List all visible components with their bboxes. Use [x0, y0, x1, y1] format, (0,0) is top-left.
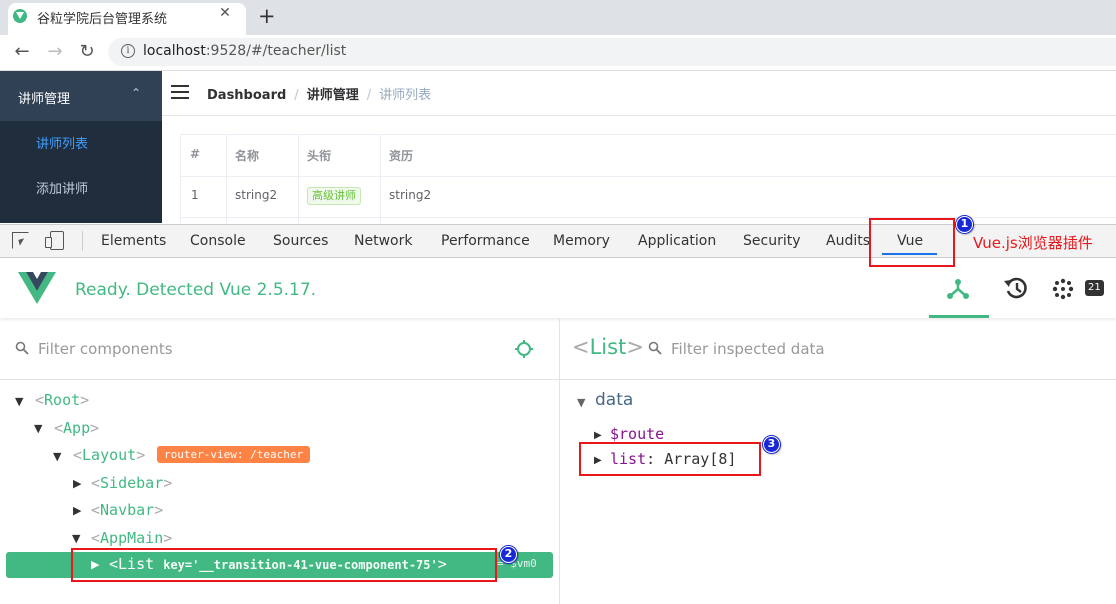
device-toolbar-icon[interactable]	[45, 231, 65, 250]
hamburger-icon[interactable]	[171, 85, 189, 99]
forward-button[interactable]: →	[44, 41, 66, 63]
select-component-target-icon[interactable]	[514, 339, 534, 359]
expand-arrow-icon[interactable]: ▼	[15, 395, 23, 408]
breadcrumb-dashboard[interactable]: Dashboard	[207, 88, 286, 103]
table-header: #	[190, 147, 201, 161]
event-count-badge: 21	[1085, 280, 1104, 296]
breadcrumb: Dashboard / 讲师管理 / 讲师列表	[207, 88, 432, 103]
sidebar-group-label: 讲师管理	[18, 92, 71, 107]
expand-arrow-icon[interactable]: ▼	[53, 450, 61, 463]
reload-button[interactable]: ↻	[76, 41, 98, 63]
inspect-element-icon[interactable]	[12, 232, 29, 249]
annotation-box-vue-tab	[869, 218, 955, 267]
tab-sources[interactable]: Sources	[273, 233, 328, 249]
new-tab-button[interactable]: +	[258, 4, 276, 28]
table-header: 头衔	[307, 149, 332, 163]
url-path: :9528/#/teacher/list	[205, 43, 347, 59]
chevron-up-icon: ⌃	[131, 86, 142, 100]
annotation-marker-2: 2	[500, 546, 517, 563]
url-host: localhost	[143, 43, 206, 59]
tab-performance[interactable]: Performance	[441, 233, 530, 249]
breadcrumb-teacher-list: 讲师列表	[379, 88, 432, 103]
tab-close-icon[interactable]: ✕	[216, 5, 234, 23]
url-text[interactable]: localhost:9528/#/teacher/list	[143, 43, 346, 59]
divider	[82, 231, 83, 251]
breadcrumb-teacher-management[interactable]: 讲师管理	[307, 88, 359, 103]
vue-logo-icon	[18, 272, 56, 304]
data-prop-route[interactable]: $route	[610, 425, 664, 443]
history-icon[interactable]	[1003, 275, 1029, 301]
annotation-marker-3: 3	[763, 436, 780, 453]
tree-node-sidebar[interactable]: <Sidebar>	[91, 474, 172, 492]
tab-title: 谷粒学院后台管理系统	[37, 12, 168, 27]
components-tab-button[interactable]	[929, 258, 989, 318]
component-tree-icon	[947, 279, 969, 299]
title-tag: 高级讲师	[307, 187, 361, 205]
table-cell: 1	[191, 188, 199, 202]
tree-node-appmain[interactable]: <AppMain>	[91, 529, 172, 547]
annotation-marker-1: 1	[956, 216, 973, 233]
data-section-label[interactable]: data	[595, 390, 633, 410]
search-icon	[15, 341, 29, 355]
expand-arrow-icon[interactable]: ▼	[72, 532, 80, 545]
sidebar-item-teacher-list[interactable]: 讲师列表	[36, 133, 88, 152]
expand-arrow-icon[interactable]: ▶	[594, 430, 602, 441]
sidebar-item-add-teacher[interactable]: 添加讲师	[36, 178, 88, 197]
annotation-note: Vue.js浏览器插件	[973, 234, 1093, 252]
expand-arrow-icon[interactable]: ▶	[73, 477, 81, 490]
divider	[162, 115, 1116, 116]
vue-favicon-icon	[13, 9, 27, 23]
annotation-box-list-node	[71, 548, 497, 582]
table-header: 资历	[389, 149, 414, 163]
router-view-badge: router-view: /teacher	[157, 446, 311, 463]
tab-application[interactable]: Application	[638, 233, 716, 249]
tab-memory[interactable]: Memory	[553, 233, 610, 249]
table-header: 名称	[235, 149, 260, 163]
back-button[interactable]: ←	[11, 41, 33, 63]
search-icon	[648, 341, 662, 355]
events-icon[interactable]	[1052, 278, 1074, 300]
tree-node-layout[interactable]: <Layout>	[73, 446, 145, 464]
expand-arrow-icon[interactable]: ▶	[73, 504, 81, 517]
collapse-arrow-icon[interactable]: ▼	[577, 396, 585, 409]
annotation-box-list-data	[579, 442, 761, 476]
inspected-component-name: <List>	[572, 335, 644, 359]
filter-data-input[interactable]: Filter inspected data	[671, 340, 825, 358]
tree-node-navbar[interactable]: <Navbar>	[91, 501, 163, 519]
tree-node-app[interactable]: <App>	[54, 419, 99, 437]
tab-network[interactable]: Network	[354, 233, 412, 249]
tab-security[interactable]: Security	[743, 233, 801, 249]
detection-status: Ready. Detected Vue 2.5.17.	[75, 280, 317, 300]
site-info-icon[interactable]: i	[121, 44, 135, 58]
filter-components-input[interactable]: Filter components	[38, 340, 173, 358]
tab-elements[interactable]: Elements	[101, 233, 166, 249]
table-cell: string2	[235, 188, 278, 202]
tree-node-root[interactable]: <Root>	[35, 391, 89, 409]
tab-audits[interactable]: Audits	[826, 233, 870, 249]
tab-console[interactable]: Console	[190, 233, 246, 249]
expand-arrow-icon[interactable]: ▼	[34, 422, 42, 435]
table-cell: string2	[389, 188, 432, 202]
